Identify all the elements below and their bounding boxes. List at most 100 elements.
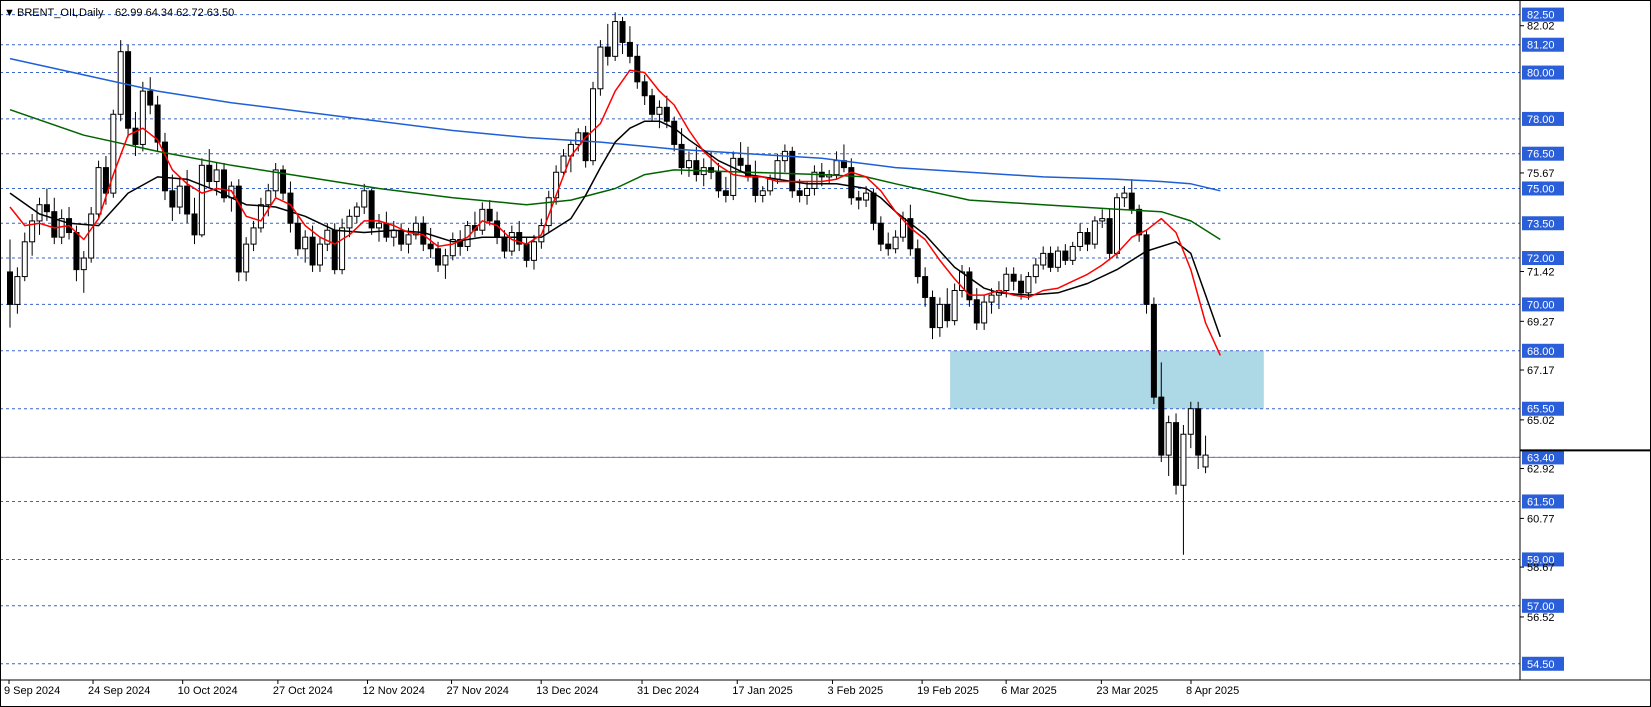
candle: [243, 237, 250, 282]
candle: [656, 100, 663, 129]
candle-body-bear: [191, 213, 198, 236]
candle-body-bull: [1069, 245, 1076, 261]
candle: [257, 197, 264, 233]
candle-body-bear: [1084, 232, 1091, 245]
candle-body-bull: [759, 190, 766, 196]
candle-body-bull: [479, 208, 486, 231]
candle-body-bull: [575, 132, 582, 145]
level-price-label: 68.00: [1527, 346, 1555, 358]
header-triangle-icon[interactable]: ▼: [4, 7, 15, 19]
candle: [125, 44, 132, 138]
candle-body-bear: [855, 197, 862, 201]
candle-body-bull: [590, 88, 597, 162]
candle: [582, 125, 589, 168]
candle: [885, 232, 892, 256]
candle-body-bull: [243, 243, 250, 273]
candle: [523, 237, 530, 268]
candle-body-bear: [1136, 208, 1143, 236]
candle: [1150, 297, 1157, 405]
candle: [914, 239, 921, 284]
candle: [1091, 216, 1098, 249]
candle-body-bull: [1077, 232, 1084, 247]
candle-body-bear: [877, 222, 884, 245]
candle-body-bear: [523, 243, 530, 261]
time-axis-label: 8 Apr 2025: [1186, 685, 1239, 697]
candle: [804, 181, 811, 205]
candle: [597, 40, 604, 96]
candle-body-bull: [346, 215, 353, 229]
candle-body-bear: [796, 190, 803, 196]
candles-layer: [7, 12, 1209, 555]
candle: [1202, 435, 1209, 474]
candle: [206, 149, 213, 189]
candle-body-bull: [1180, 433, 1187, 486]
candle-body-bull: [361, 190, 368, 208]
price-scale-label: 65.02: [1527, 415, 1555, 427]
price-scale-label: 82.02: [1527, 21, 1555, 33]
time-axis-label: 10 Oct 2024: [178, 685, 238, 697]
price-scale-label: 62.92: [1527, 464, 1555, 476]
candle-body-bear: [1106, 218, 1113, 254]
candle-body-bear: [7, 271, 13, 305]
support-zone-layer: [950, 350, 1264, 409]
candle-body-bull: [95, 167, 102, 215]
candle: [671, 116, 678, 152]
candle-body-bear: [1047, 252, 1054, 268]
candle: [1062, 244, 1069, 265]
candle: [368, 188, 375, 235]
candle-body-bear: [604, 46, 611, 57]
candle: [1187, 401, 1194, 449]
candle-body-bull: [21, 241, 28, 278]
candle: [14, 267, 21, 314]
header-comma: ,: [75, 7, 78, 19]
candle: [1106, 209, 1113, 261]
time-axis-label: 6 Mar 2025: [1001, 685, 1057, 697]
price-scale-label: 67.17: [1527, 365, 1555, 377]
price-chart[interactable]: 82.5081.2080.0078.0076.5075.0073.5072.00…: [0, 0, 1651, 707]
time-axis-label: 13 Dec 2024: [536, 685, 598, 697]
price-scale-label: 71.42: [1527, 266, 1555, 278]
candle: [641, 74, 648, 106]
candle-body-bear: [944, 303, 951, 322]
candle: [959, 264, 966, 298]
ema-fast-line: [9, 69, 1221, 356]
candle: [147, 77, 154, 115]
candle: [51, 197, 58, 245]
candle: [715, 162, 722, 198]
time-axis-label: 24 Sep 2024: [88, 685, 150, 697]
candle: [1180, 424, 1187, 555]
candle-body-bull: [14, 276, 21, 305]
time-axis: 9 Sep 2024 24 Sep 2024 10 Oct 2024 27 Oct 2…: [4, 680, 1239, 697]
candle: [191, 197, 198, 245]
level-price-label: 76.50: [1527, 149, 1555, 161]
candle-body-bear: [678, 143, 685, 169]
candle-body-bear: [752, 176, 759, 196]
candle: [36, 197, 43, 235]
price-scale-label: 58.67: [1527, 562, 1555, 574]
candle: [117, 40, 124, 122]
candle: [626, 26, 633, 64]
candle-body-bear: [398, 229, 405, 245]
candle: [737, 142, 744, 173]
candle: [634, 44, 641, 89]
time-axis-label: 31 Dec 2024: [637, 685, 699, 697]
candle-body-bull: [1091, 220, 1098, 245]
candle-body-bear: [929, 296, 936, 329]
candle: [929, 290, 936, 340]
time-axis-label: 12 Nov 2024: [363, 685, 425, 697]
candle-body-bear: [206, 164, 213, 183]
candle: [722, 176, 729, 203]
time-axis-label: 27 Oct 2024: [273, 685, 333, 697]
candle-body-bull: [1032, 264, 1039, 278]
price-scale-label: 69.27: [1527, 316, 1555, 328]
candle: [1099, 209, 1106, 228]
candle-body-bull: [213, 169, 220, 183]
candle: [1143, 230, 1150, 314]
candle: [619, 16, 626, 55]
time-axis-label: 23 Mar 2025: [1096, 685, 1158, 697]
level-price-label: 54.50: [1527, 659, 1555, 671]
candle-body-bear: [486, 208, 493, 222]
level-price-label: 61.50: [1527, 496, 1555, 508]
candle: [1195, 401, 1202, 470]
candle-body-bear: [671, 120, 678, 145]
